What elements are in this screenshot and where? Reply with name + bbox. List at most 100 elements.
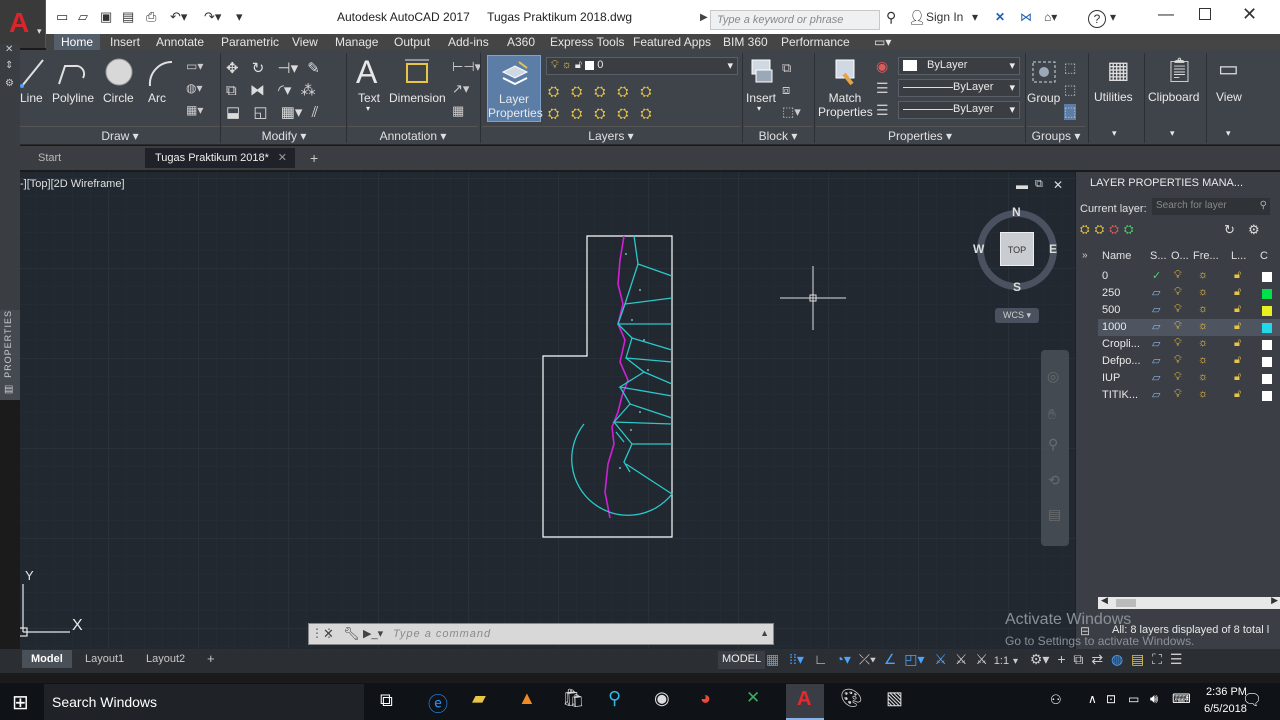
layer-search-input[interactable]: Search for layer ⚲ [1152, 198, 1270, 215]
layer-row[interactable]: Cropli... ▱ 💡︎ ☼ 🔓︎ [1098, 336, 1280, 353]
layer-status-icon[interactable]: ▱ [1152, 388, 1160, 401]
drawing-canvas[interactable] [20, 172, 1075, 649]
layer-row[interactable]: Defpo... ▱ 💡︎ ☼ 🔓︎ [1098, 353, 1280, 370]
lightbulb-icon[interactable]: 💡︎ [1174, 337, 1182, 350]
close-command-icon[interactable]: ✕ [323, 626, 334, 642]
layer-previous-icon[interactable]: ⛭ [571, 105, 582, 121]
annotation-scale-icon[interactable]: ⚔ [975, 651, 988, 667]
viewport-controls-label[interactable]: -][Top][2D Wireframe] [20, 178, 125, 190]
layer-match-icon[interactable]: ⛭ [548, 105, 559, 121]
layer-status-icon[interactable]: ▱ [1152, 286, 1160, 299]
scale-value[interactable]: 1:1 [994, 655, 1009, 667]
taskbar-search[interactable]: Search Windows [44, 684, 364, 720]
a360-icon[interactable]: ⋈ [1020, 10, 1032, 24]
rotate-icon[interactable]: ↻ [252, 60, 265, 77]
column-freeze[interactable]: Fre... [1193, 250, 1219, 262]
unlock-icon[interactable]: 🔓︎ [1234, 269, 1241, 282]
match-properties-button[interactable]: Match Properties [818, 56, 873, 120]
text-button[interactable]: A Text ▾ [352, 54, 384, 116]
layer-row[interactable]: 250 ▱ 💡︎ ☼ 🔓︎ [1098, 285, 1280, 302]
help-button[interactable]: ? [1088, 10, 1106, 28]
palette-options-icon[interactable]: ⚙ [5, 78, 14, 89]
dimension-button[interactable]: Dimension [389, 56, 446, 112]
compass-east[interactable]: E [1049, 242, 1057, 256]
annotation-visibility-icon[interactable]: ⚔ [934, 651, 947, 667]
customization-icon[interactable]: ☰ [1170, 651, 1183, 667]
autohide-icon[interactable]: ⇕ [5, 60, 13, 71]
exchange-apps-icon[interactable]: ✕ [995, 10, 1005, 24]
sun-icon[interactable]: ☼ [1198, 371, 1208, 383]
set-current-layer-icon[interactable]: ⛭ [1124, 222, 1139, 236]
redo-icon[interactable]: ↷▾ [204, 9, 221, 25]
panel-title-layers[interactable]: Layers ▾ [482, 126, 740, 144]
tab-active-drawing[interactable]: Tugas Praktikum 2018* ✕ [145, 148, 295, 168]
tab-output[interactable]: Output [394, 34, 430, 50]
command-input[interactable]: Type a command [393, 628, 491, 640]
layer-row[interactable]: IUP ▱ 💡︎ ☼ 🔓︎ [1098, 370, 1280, 387]
insert-button[interactable]: Insert ▾ [744, 56, 778, 116]
unlock-icon[interactable]: 🔓︎ [1234, 371, 1241, 384]
layer-name[interactable]: 1000 [1102, 321, 1126, 333]
tab-featured-apps[interactable]: Featured Apps [633, 34, 711, 50]
hatch-icon[interactable]: ◍▾ [186, 81, 203, 95]
stay-connected-icon[interactable]: ⌂▾ [1044, 10, 1057, 24]
scroll-left-icon[interactable]: ◀ [1101, 595, 1108, 606]
edge-browser-icon[interactable]: ⓔ [428, 688, 448, 717]
polar-icon[interactable]: ◔▾ [835, 651, 850, 667]
erase-icon[interactable]: ✎ [307, 60, 320, 77]
scale-icon[interactable]: ◱ [253, 104, 267, 121]
save-as-icon[interactable]: ▤ [122, 9, 134, 25]
customize-qat-icon[interactable]: ▾ [236, 9, 243, 25]
layer-row[interactable]: 500 ▱ 💡︎ ☼ 🔓︎ [1098, 302, 1280, 319]
layer-status-icon[interactable]: ▱ [1152, 371, 1160, 384]
tab-layout2[interactable]: Layout2 [137, 650, 194, 668]
delete-layer-icon[interactable]: ⛭ [1109, 222, 1124, 236]
sign-in-button[interactable]: Sign In [926, 10, 963, 24]
auto-scale-icon[interactable]: ⚔ [955, 651, 968, 667]
plot-icon[interactable]: ⎙ [146, 9, 156, 25]
sun-icon[interactable]: ☼ [1198, 269, 1208, 281]
layer-status-icon[interactable]: ▱ [1152, 337, 1160, 350]
unlock-icon[interactable]: 🔓︎ [1234, 388, 1241, 401]
unlock-icon[interactable]: 🔓︎ [1234, 354, 1241, 367]
annotation-monitor-icon[interactable]: + [1057, 651, 1065, 667]
battery-icon[interactable]: ▭ [1128, 692, 1139, 706]
sun-icon[interactable]: ☼ [1198, 286, 1208, 298]
make-current-icon[interactable]: ⛭ [640, 83, 651, 99]
ortho-icon[interactable]: ∟ [814, 651, 828, 667]
grid-icon[interactable]: ▦ [766, 651, 779, 667]
lightbulb-icon[interactable]: 💡︎ [1174, 303, 1182, 316]
layer-name[interactable]: TITIK... [1102, 389, 1138, 401]
search-expand-icon[interactable]: ▶ [700, 12, 708, 23]
layer-name[interactable]: Cropli... [1102, 338, 1140, 350]
model-space-toggle[interactable]: MODEL [718, 651, 766, 669]
unlock-icon[interactable]: 🔓︎ [1234, 320, 1241, 333]
lightbulb-icon[interactable]: 💡︎ [1174, 320, 1182, 333]
clock-date[interactable]: 6/5/2018 [1204, 703, 1247, 715]
expand-filters-icon[interactable]: » [1082, 250, 1088, 261]
fillet-icon[interactable]: ◜▾ [278, 82, 291, 99]
autocad-taskbar-button[interactable]: A [786, 684, 824, 720]
move-icon[interactable]: ✥ [226, 60, 239, 77]
layer-lock-icon[interactable]: ⛭ [617, 83, 628, 99]
layer-name[interactable]: 250 [1102, 287, 1120, 299]
application-menu-button[interactable]: A ▾ [0, 0, 46, 48]
tab-manage[interactable]: Manage [335, 34, 378, 50]
tab-performance[interactable]: Performance [781, 34, 850, 50]
unlock-icon[interactable]: 🔓︎ [1234, 303, 1241, 316]
linear-dimension-icon[interactable]: ⊢⊣▾ [452, 59, 481, 75]
command-line[interactable]: ⋮⋮ ✕ 🔧︎ ▶_▾ Type a command ▲ [308, 623, 774, 645]
properties-icon[interactable]: ▤ [4, 384, 13, 395]
object-snap-icon[interactable]: ◰▾ [904, 651, 924, 667]
windows-start-icon[interactable]: ⊞ [12, 690, 29, 715]
tab-start[interactable]: Start [28, 148, 71, 168]
units-icon[interactable]: ⧉ [1073, 651, 1083, 667]
minimize-button[interactable]: — [1158, 6, 1174, 24]
linetype-dropdown[interactable]: ByLayer ▾ [898, 101, 1020, 119]
snap-icon[interactable]: ⁞⁞▾ [789, 651, 804, 667]
file-explorer-icon[interactable]: ▰ [472, 688, 486, 709]
hardware-acceleration-icon[interactable]: ▤ [1131, 651, 1144, 667]
layer-color-swatch[interactable] [1262, 306, 1272, 316]
compass-west[interactable]: W [973, 242, 984, 256]
unlock-icon[interactable]: 🔓︎ [1234, 337, 1241, 350]
